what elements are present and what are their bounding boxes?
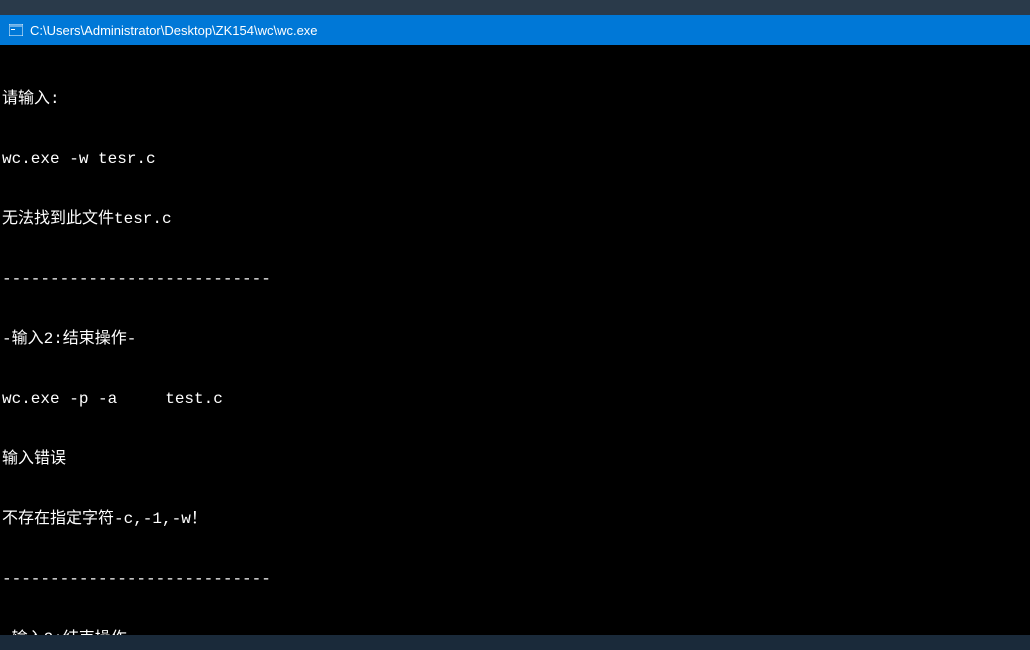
terminal-line: 输入错误 bbox=[2, 449, 1030, 469]
terminal-line: ---------------------------- bbox=[2, 269, 1030, 289]
titlebar[interactable]: C:\Users\Administrator\Desktop\ZK154\wc\… bbox=[0, 15, 1030, 45]
terminal-line: wc.exe -w tesr.c bbox=[2, 149, 1030, 169]
terminal-line: -输入2:结束操作- bbox=[2, 629, 1030, 635]
terminal-line: ---------------------------- bbox=[2, 569, 1030, 589]
terminal-line: -输入2:结束操作- bbox=[2, 329, 1030, 349]
console-icon bbox=[8, 22, 24, 38]
console-window: C:\Users\Administrator\Desktop\ZK154\wc\… bbox=[0, 15, 1030, 635]
window-title: C:\Users\Administrator\Desktop\ZK154\wc\… bbox=[30, 23, 318, 38]
terminal-line: wc.exe -p -a test.c bbox=[2, 389, 1030, 409]
terminal-line: 无法找到此文件tesr.c bbox=[2, 209, 1030, 229]
terminal-output[interactable]: 请输入: wc.exe -w tesr.c 无法找到此文件tesr.c ----… bbox=[0, 45, 1030, 635]
terminal-line: 不存在指定字符-c,-1,-w！ bbox=[2, 509, 1030, 529]
terminal-line: 请输入: bbox=[2, 89, 1030, 109]
